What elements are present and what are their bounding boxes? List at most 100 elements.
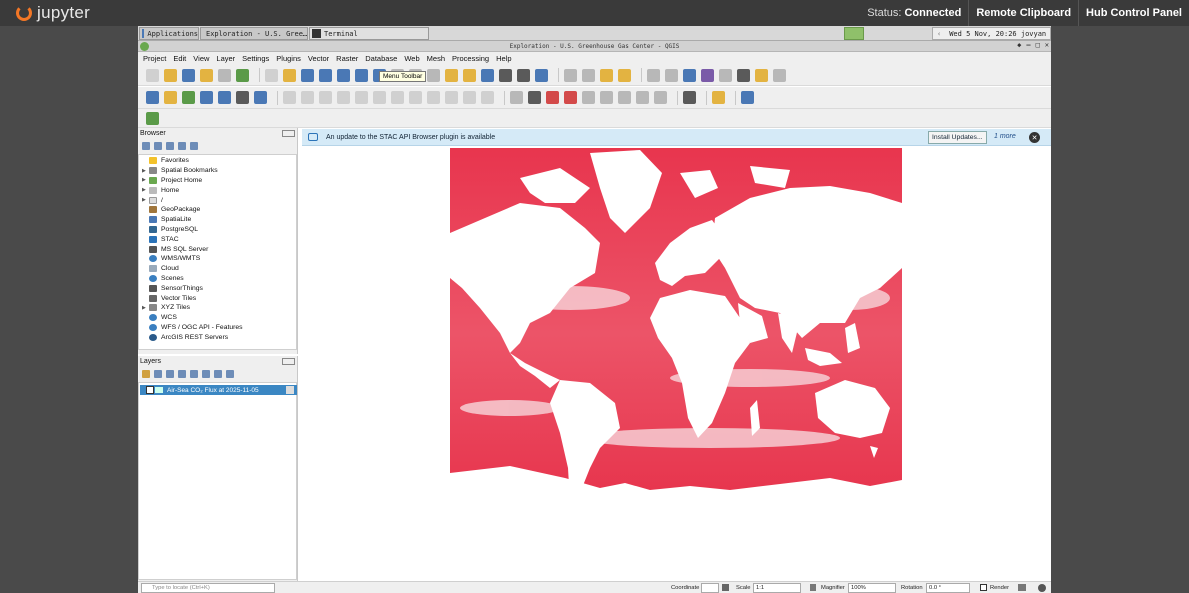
more-messages-link[interactable]: 1 more: [994, 133, 1016, 140]
refresh-icon[interactable]: [535, 68, 548, 82]
print-layout-icon[interactable]: [218, 68, 231, 82]
stac-browser-icon[interactable]: [741, 91, 754, 104]
filter-legend-icon[interactable]: [178, 369, 186, 378]
menu-settings[interactable]: Settings: [242, 54, 269, 63]
move-diagram-icon[interactable]: [636, 91, 649, 104]
taskbar-applications[interactable]: Applications: [139, 27, 199, 40]
zoom-in-icon[interactable]: [301, 68, 314, 82]
jupyter-logo[interactable]: jupyter: [16, 3, 90, 23]
menu-project[interactable]: Project: [143, 54, 166, 63]
style-panel-icon[interactable]: [142, 369, 150, 378]
browser-item-spatialite[interactable]: SpatiaLite: [139, 215, 296, 225]
remote-clipboard-button[interactable]: Remote Clipboard: [968, 0, 1078, 26]
select-by-value-icon[interactable]: [600, 68, 613, 82]
layer-notes-icon[interactable]: [286, 386, 294, 394]
locator-icon[interactable]: [773, 68, 786, 82]
close-notice-icon[interactable]: ✕: [1029, 132, 1040, 143]
new-spatialite-icon[interactable]: [200, 91, 213, 104]
edit-pencil-icon[interactable]: [283, 91, 296, 104]
style-manager-icon[interactable]: [236, 68, 249, 82]
browser-item-cloud[interactable]: Cloud: [139, 264, 296, 274]
menu-help[interactable]: Help: [496, 54, 511, 63]
menu-edit[interactable]: Edit: [173, 54, 186, 63]
identify-features-icon[interactable]: [647, 68, 660, 82]
statistics-icon[interactable]: [701, 68, 714, 82]
label-properties-icon[interactable]: [654, 91, 667, 104]
new-temporary-layer-icon[interactable]: [218, 91, 231, 104]
add-selected-icon[interactable]: [142, 141, 150, 150]
menu-plugins[interactable]: Plugins: [276, 54, 301, 63]
refresh-icon[interactable]: [154, 141, 162, 150]
remote-desktop[interactable]: Applications Exploration - U.S. Gree… Te…: [138, 26, 1051, 593]
expand-arrow-icon[interactable]: ▶: [142, 187, 146, 193]
browser-item-vector-tiles[interactable]: Vector Tiles: [139, 293, 296, 303]
map-canvas[interactable]: [302, 146, 1051, 581]
map-tips-icon[interactable]: [755, 68, 768, 82]
show-hide-labels-icon[interactable]: [564, 91, 577, 104]
crs-icon[interactable]: [1018, 584, 1026, 591]
menu-database[interactable]: Database: [365, 54, 397, 63]
new-shapefile-icon[interactable]: [182, 91, 195, 104]
browser-item-wcs[interactable]: WCS: [139, 313, 296, 323]
browser-item-root[interactable]: ▶ /: [139, 195, 296, 205]
browser-item-favorites[interactable]: Favorites: [139, 156, 296, 166]
coordinate-field[interactable]: [701, 583, 719, 593]
menu-raster[interactable]: Raster: [336, 54, 358, 63]
info-icon[interactable]: [190, 141, 198, 150]
zoom-full-icon[interactable]: [337, 68, 350, 82]
browser-item-home[interactable]: ▶ Home: [139, 185, 296, 195]
expand-arrow-icon[interactable]: ▶: [142, 177, 146, 183]
new-geopackage-icon[interactable]: [164, 91, 177, 104]
vertex-tool-icon[interactable]: [355, 91, 368, 104]
remove-layer-icon[interactable]: [226, 369, 234, 378]
redo-icon[interactable]: [481, 91, 494, 104]
browser-item-mssql[interactable]: MS SQL Server: [139, 244, 296, 254]
filter-expression-icon[interactable]: [190, 369, 198, 378]
new-map-view-icon[interactable]: [445, 68, 458, 82]
expand-arrow-icon[interactable]: ▶: [142, 168, 146, 174]
browser-item-stac[interactable]: STAC: [139, 234, 296, 244]
rotation-field[interactable]: 0.0 °: [926, 583, 970, 593]
browser-item-spatial-bookmarks[interactable]: ▶ Spatial Bookmarks: [139, 166, 296, 176]
identify-icon[interactable]: [564, 68, 577, 82]
browser-item-wfs[interactable]: WFS / OGC API - Features: [139, 323, 296, 333]
scale-field[interactable]: 1:1: [753, 583, 801, 593]
menu-vector[interactable]: Vector: [308, 54, 329, 63]
browser-item-postgresql[interactable]: PostgreSQL: [139, 225, 296, 235]
browser-item-geopackage[interactable]: GeoPackage: [139, 205, 296, 215]
window-sticky-button[interactable]: ◆: [1017, 41, 1021, 49]
browser-item-arcgis[interactable]: ArcGIS REST Servers: [139, 332, 296, 342]
delete-selected-icon[interactable]: [391, 91, 404, 104]
change-label-icon[interactable]: [618, 91, 631, 104]
menu-processing[interactable]: Processing: [452, 54, 489, 63]
open-project-icon[interactable]: [164, 68, 177, 82]
menu-layer[interactable]: Layer: [216, 54, 235, 63]
show-bookmarks-icon[interactable]: [499, 68, 512, 82]
panel-float-close-icon[interactable]: [282, 130, 295, 137]
expand-arrow-icon[interactable]: ▶: [142, 197, 146, 203]
gps-icon[interactable]: [683, 91, 696, 104]
data-source-manager-icon[interactable]: [146, 91, 159, 104]
label-tool-icon[interactable]: [510, 91, 523, 104]
collapse-all-icon[interactable]: [178, 141, 186, 150]
render-checkbox[interactable]: [980, 584, 987, 591]
layer-visibility-checkbox[interactable]: [146, 386, 154, 394]
highlight-labels-icon[interactable]: [546, 91, 559, 104]
copy-features-icon[interactable]: [427, 91, 440, 104]
undo-icon[interactable]: [463, 91, 476, 104]
browser-item-wms[interactable]: WMS/WMTS: [139, 254, 296, 264]
locator-search-input[interactable]: Type to locate (Ctrl+K): [141, 583, 275, 593]
window-close-button[interactable]: ✕: [1045, 41, 1049, 49]
pan-to-selection-icon[interactable]: [283, 68, 296, 82]
expand-arrow-icon[interactable]: ▶: [142, 305, 146, 311]
attribute-table-icon[interactable]: [665, 68, 678, 82]
browser-item-sensorthings[interactable]: SensorThings: [139, 283, 296, 293]
save-project-icon[interactable]: [182, 68, 195, 82]
window-minimize-button[interactable]: –: [1026, 41, 1030, 49]
hub-control-panel-button[interactable]: Hub Control Panel: [1078, 0, 1189, 26]
browser-item-xyz-tiles[interactable]: ▶ XYZ Tiles: [139, 303, 296, 313]
zoom-next-icon[interactable]: [427, 68, 440, 82]
new-project-icon[interactable]: [146, 68, 159, 82]
python-console-icon[interactable]: [712, 91, 725, 104]
panel-float-close-icon[interactable]: [282, 358, 295, 365]
